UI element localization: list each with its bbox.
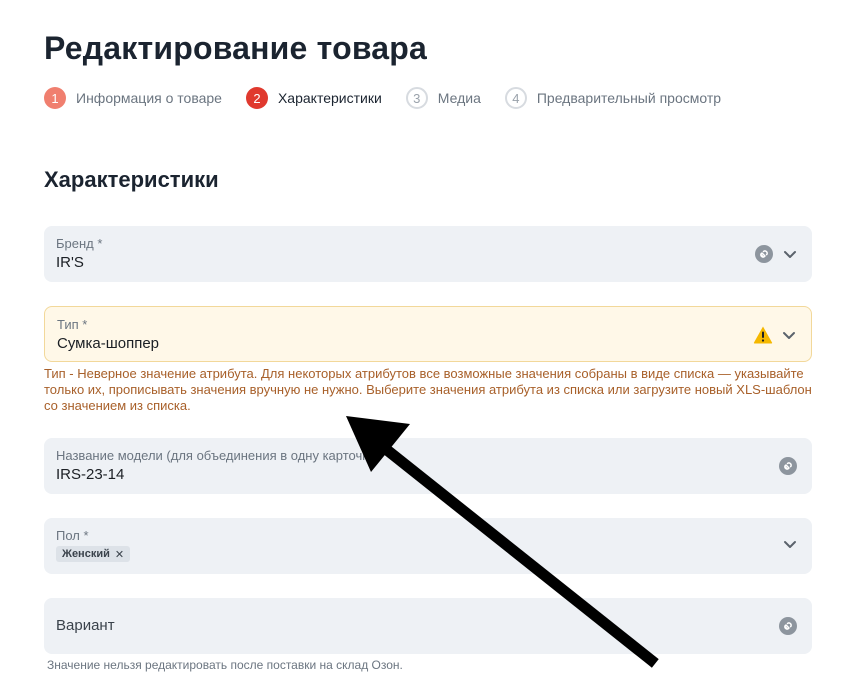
brand-value: IR'S [56,254,84,271]
warning-icon [753,325,773,345]
brand-select[interactable]: Бренд * IR'S [44,226,812,282]
link-icon[interactable] [778,456,798,476]
section-title: Характеристики [44,167,219,192]
type-select[interactable]: Тип * Сумка-шоппер [44,306,812,362]
chevron-down-icon[interactable] [781,327,797,343]
gender-label: Пол * [56,528,89,543]
chevron-down-icon[interactable] [782,246,798,262]
step-number: 1 [44,87,66,109]
step-number: 2 [245,87,268,109]
type-label: Тип * [57,317,88,332]
type-error-message: Тип - Неверное значение атрибута. Для не… [44,366,812,413]
gender-chip-label: Женский [62,548,110,560]
stepper: 1 Информация о товаре 2 Характеристики 3… [44,87,745,109]
type-value: Сумка-шоппер [57,335,160,352]
step-media[interactable]: 3 Медиа [405,87,481,109]
variant-input[interactable]: Вариант [44,598,812,654]
gender-chip: Женский ✕ [56,546,131,562]
link-icon[interactable] [778,616,798,636]
step-info[interactable]: 1 Информация о товаре [44,87,222,109]
step-characteristics[interactable]: 2 Характеристики [245,87,382,109]
step-number: 4 [504,87,527,109]
chevron-down-icon[interactable] [782,536,798,552]
page-title: Редактирование товара [44,30,428,66]
brand-label: Бренд * [56,236,103,251]
step-label: Предварительный просмотр [536,90,722,106]
model-name-label: Название модели (для объединения в одну … [56,448,388,463]
model-name-input[interactable]: Название модели (для объединения в одну … [44,438,812,494]
step-label: Информация о товаре [76,90,222,106]
gender-select[interactable]: Пол * Женский ✕ [44,518,812,574]
step-label: Характеристики [277,90,382,106]
variant-hint: Значение нельзя редактировать после пост… [47,658,403,672]
step-preview[interactable]: 4 Предварительный просмотр [504,87,722,109]
step-label: Медиа [437,90,481,106]
step-number: 3 [405,87,428,109]
variant-placeholder: Вариант [56,617,115,634]
model-name-value: IRS-23-14 [56,466,125,483]
link-icon[interactable] [754,244,774,264]
close-icon[interactable]: ✕ [115,548,124,561]
